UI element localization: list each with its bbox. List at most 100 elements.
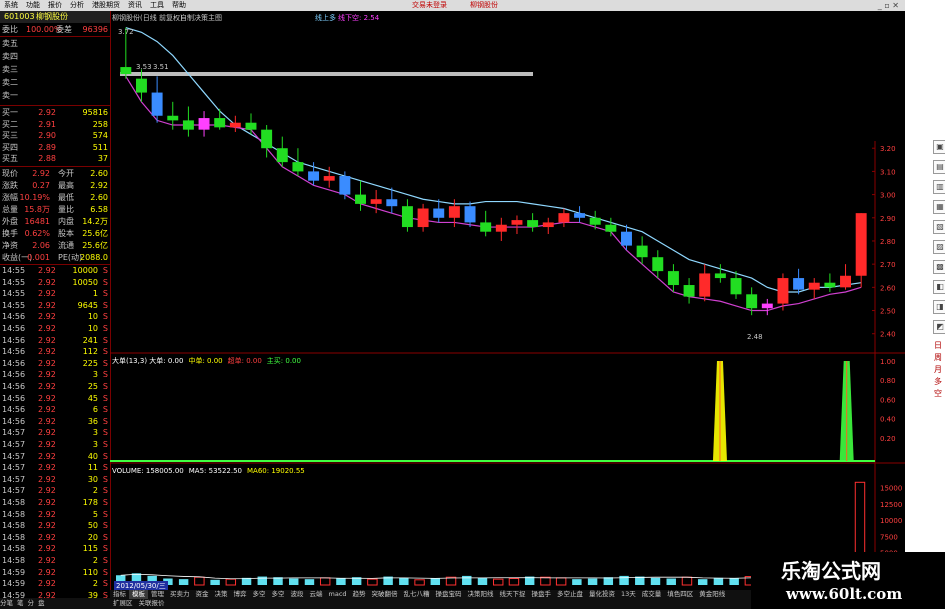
menu-function[interactable]: 功能 [22, 0, 44, 11]
tick-flag: S [102, 451, 108, 461]
stat-row: 涨跌 0.27 最高 2.92 [0, 180, 110, 191]
candle-body [730, 278, 742, 295]
toolbar-icon[interactable]: ▦ [933, 200, 945, 214]
indicator-tab[interactable]: 操盘宝码 [433, 590, 465, 599]
toolbar-icon[interactable]: ▩ [933, 260, 945, 274]
tick-volume: 178 [82, 498, 98, 507]
tick-row: 14:59 2.92 110 S [0, 568, 110, 579]
toolbar-icon[interactable]: ◨ [933, 300, 945, 314]
indicator-tab[interactable]: 决策 [212, 590, 231, 599]
indicator-tab[interactable]: 模板 [129, 590, 148, 599]
indicator-tab[interactable]: 量化投资 [586, 590, 618, 599]
level-label: 卖三 [2, 65, 18, 74]
sub1-legend-item: 中单: 0.00 [188, 357, 223, 365]
tick-view-tabs: 分笔笔分盘 [0, 598, 110, 609]
tab-related-quote[interactable]: 关联报价 [136, 599, 168, 608]
kline-chart-svg[interactable]: 3.20 3.10 3.00 2.90 2.80 2.70 2.60 2.50 2.40 1.00… [110, 11, 905, 601]
price-axis-label: 2.50 [880, 308, 896, 316]
tick-volume: 10 [87, 312, 98, 322]
tick-row: 14:56 2.92 3 S [0, 370, 110, 381]
tick-time: 14:55 [2, 277, 26, 287]
menu-tools[interactable]: 工具 [146, 0, 168, 11]
menu-news[interactable]: 资讯 [124, 0, 146, 11]
tick-price: 2.92 [38, 416, 56, 426]
candle-body [182, 120, 194, 130]
indicator-tab[interactable]: 13天 [618, 590, 639, 599]
menu-bar: 系统 功能 报价 分析 港股期货 资讯 工具 帮助 交易未登录 柳钢股份 _ ▫ ✕ [0, 0, 905, 11]
tab-tick[interactable]: 分笔 [0, 599, 13, 607]
toolbar-icon[interactable]: ▧ [933, 220, 945, 234]
tick-flag: S [102, 463, 108, 473]
indicator-tab[interactable]: 管理 [148, 590, 167, 599]
trade-login-link[interactable]: 交易未登录 [412, 0, 447, 11]
menu-quote[interactable]: 报价 [44, 0, 66, 11]
tick-volume: 1 [92, 289, 98, 299]
indicator-tab[interactable]: 资金 [193, 590, 212, 599]
indicator-tab[interactable]: 突破翻倍 [369, 590, 401, 599]
candle-body [824, 282, 836, 288]
indicator-tab[interactable]: 操盘手 [529, 590, 555, 599]
stat-label: PE(动) [58, 253, 83, 262]
chart-indicator-name[interactable]: 自制决策主图 [180, 13, 222, 23]
stat-label: 最低 [58, 193, 74, 202]
toolbar-icon[interactable]: ▨ [933, 240, 945, 254]
toolbar-icon[interactable]: ▤ [933, 160, 945, 174]
tick-time: 14:59 [2, 579, 26, 589]
divider [0, 105, 110, 106]
stat-value: 16481 [24, 217, 50, 226]
indicator-tab[interactable]: 成交量 [639, 590, 665, 599]
indicator-tab[interactable]: 决策阳线 [465, 590, 497, 599]
menu-system[interactable]: 系统 [0, 0, 22, 11]
indicator-tab[interactable]: 趋势 [350, 590, 369, 599]
period-week[interactable]: 周 [934, 352, 944, 364]
volume-ma5 [120, 557, 861, 580]
price-axis-label: 2.70 [880, 261, 896, 269]
toolbar-icon[interactable]: ▣ [933, 140, 945, 154]
indicator-tab[interactable]: 波段 [288, 590, 307, 599]
candle-body [558, 213, 570, 223]
tick-time: 14:58 [2, 521, 26, 531]
indicator-tab[interactable]: 黄金阳线 [696, 590, 728, 599]
period-day[interactable]: 日 [934, 340, 944, 352]
indicator-tab[interactable]: 线天下捉 [497, 590, 529, 599]
indicator-tab[interactable]: macd [326, 590, 350, 599]
candle-body [746, 294, 758, 309]
toolbar-icon[interactable]: ◧ [933, 280, 945, 294]
indicator-tab[interactable]: 乱七八糟 [401, 590, 433, 599]
tab-trade[interactable]: 笔 [17, 599, 24, 607]
indicator-tab[interactable]: 多空止盘 [554, 590, 586, 599]
menu-help[interactable]: 帮助 [168, 0, 190, 11]
kline-chart-area[interactable]: 3.20 3.10 3.00 2.90 2.80 2.70 2.60 2.50 2.40 1.00… [110, 11, 905, 601]
tab-book[interactable]: 盘 [38, 599, 45, 607]
candle-body [401, 206, 413, 228]
sub2-legend-item: VOLUME: 158005.00 [112, 467, 184, 475]
menu-analysis[interactable]: 分析 [66, 0, 88, 11]
period-short[interactable]: 空 [934, 388, 944, 400]
tick-volume: 6 [92, 405, 98, 415]
period-long[interactable]: 多 [934, 376, 944, 388]
toolbar-icon[interactable]: ▥ [933, 180, 945, 194]
volume-bar [477, 577, 488, 585]
indicator-tab[interactable]: 多空 [269, 590, 288, 599]
tick-price: 2.92 [38, 521, 56, 531]
tab-minute[interactable]: 分 [28, 599, 35, 607]
tab-extension[interactable]: 扩展区 [110, 599, 136, 608]
stock-name-link[interactable]: 柳钢股份 [470, 0, 498, 11]
tick-volume: 2 [92, 486, 98, 496]
toolbar-icon[interactable]: ◩ [933, 320, 945, 334]
tick-flag: S [102, 532, 108, 542]
tick-flag: S [102, 544, 108, 554]
indicator-tab[interactable]: 买卖力 [167, 590, 193, 599]
indicator-tab[interactable]: 多空 [250, 590, 269, 599]
menu-hk-futures[interactable]: 港股期货 [88, 0, 124, 11]
bottom-subtabs: 扩展区 关联报价 [110, 599, 168, 608]
tick-volume: 50 [87, 521, 98, 531]
indicator-tab[interactable]: 填色四区 [664, 590, 696, 599]
indicator-tab[interactable]: 博弈 [231, 590, 250, 599]
low-price-mark: 2.48 [747, 333, 763, 341]
period-month[interactable]: 月 [934, 364, 944, 376]
indicator-tab[interactable]: 指标 [110, 590, 129, 599]
tick-flag: S [102, 579, 108, 589]
indicator-tab[interactable]: 云端 [307, 590, 326, 599]
window-controls[interactable]: _ ▫ ✕ [878, 0, 899, 11]
